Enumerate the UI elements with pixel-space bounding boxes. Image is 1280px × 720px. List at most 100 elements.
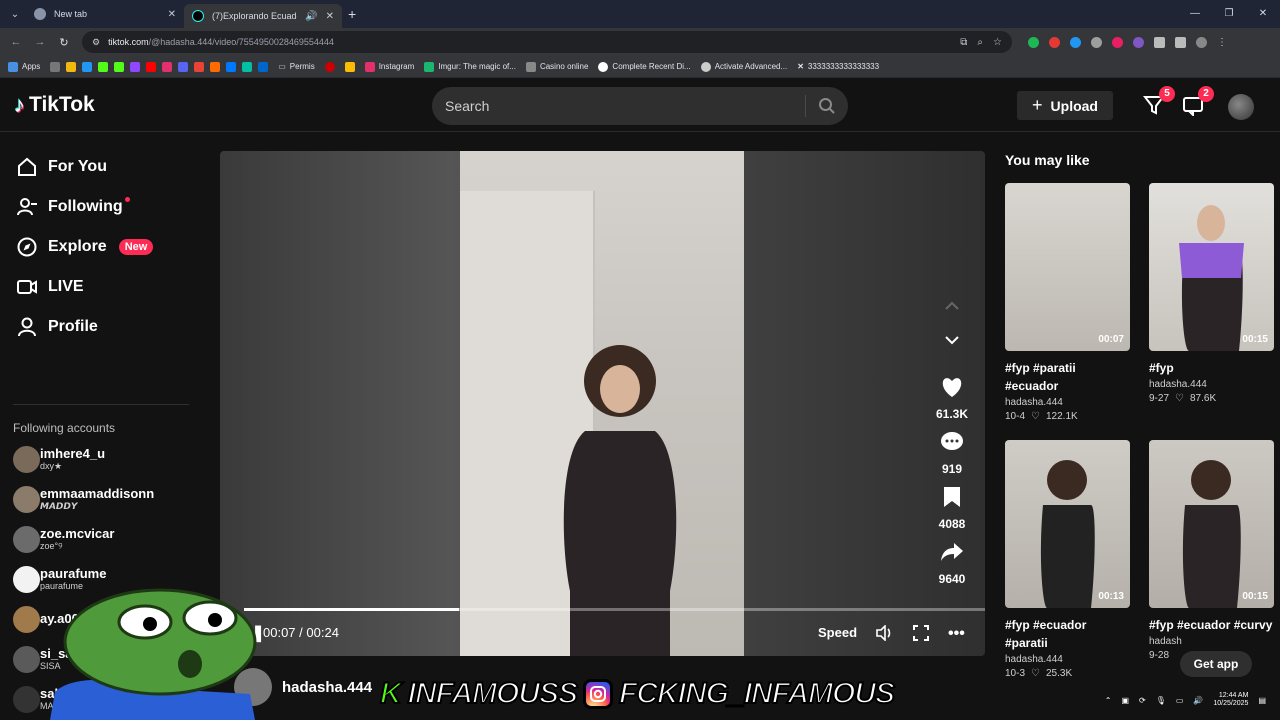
bookmark-apps[interactable]: Apps [8,61,40,72]
chevron-down-icon[interactable] [940,328,964,352]
extension-icon[interactable] [1028,36,1039,48]
card-user[interactable]: hadasha.444 [1005,397,1130,408]
account-item[interactable]: imhere4_u dxy★ [13,446,105,473]
comment-button[interactable]: 919 [930,431,974,476]
minimize-button[interactable]: — [1178,0,1212,28]
nav-explore[interactable]: Explore New [16,236,154,258]
bookmark-star-icon[interactable]: ☆ [993,37,1002,48]
get-app-button[interactable]: Get app [1180,651,1252,677]
video-frame[interactable] [460,151,744,656]
card-caption[interactable]: #fyp #ecuador #paratii [1005,616,1130,652]
youtube-icon[interactable] [146,61,157,72]
bookmark-icon[interactable] [50,61,61,72]
bookmark-icon[interactable] [242,61,253,72]
bookmark-folder-permis[interactable]: ▭ Permis [278,62,314,71]
close-tab-icon[interactable]: ✕ [326,11,334,22]
notifications-icon[interactable]: ▤ [1258,696,1266,705]
bookmark-casino[interactable]: Casino online [525,61,588,72]
nav-following[interactable]: Following [16,196,138,218]
video-thumbnail[interactable]: 00:13 [1005,440,1130,608]
site-info-icon[interactable]: ⚙ [92,37,100,48]
extension-icon[interactable] [1070,36,1081,48]
bookmark-activate[interactable]: Activate Advanced... [700,61,787,72]
bookmark-imgur[interactable]: Imgur: The magic of... [424,61,516,72]
card-user[interactable]: hadasha.444 [1149,379,1274,390]
messages-icon[interactable]: 2 [1182,86,1214,118]
install-app-icon[interactable]: ⧉ [960,37,967,48]
account-item[interactable]: zoe.mcvicar zoe°୨ [13,526,114,553]
video-thumbnail[interactable]: 00:07 [1005,183,1130,351]
clock[interactable]: 12:44 AM 10/25/2025 [1213,692,1248,709]
search-box[interactable]: Search [432,87,848,125]
fullscreen-icon[interactable] [913,625,929,644]
extension-icon[interactable] [1049,36,1060,48]
video-thumbnail[interactable]: 00:15 [1149,183,1274,351]
recommended-card[interactable]: 00:15 #fyp #ecuador #curvy hadash 9-28 [1149,440,1274,661]
like-button[interactable]: 61.3K [930,376,974,421]
chevron-up-icon[interactable]: ⌃ [1105,696,1112,705]
close-tab-icon[interactable]: ✕ [168,9,176,20]
microphone-icon[interactable]: 🎙 [1156,696,1166,705]
bookmark-icon[interactable] [210,61,221,72]
twitch-icon[interactable] [130,61,141,72]
search-input[interactable]: Search [445,98,805,114]
extensions-puzzle-icon[interactable] [1154,36,1165,48]
gmail-icon[interactable] [194,61,205,72]
bookmark-github[interactable]: Complete Recent Di... [598,61,691,72]
video-thumbnail[interactable]: 00:15 [1149,440,1274,608]
recommended-card[interactable]: 00:07 #fyp #paratii #ecuador hadasha.444… [1005,183,1130,422]
sync-icon[interactable]: ⟳ [1139,696,1146,705]
reading-list-icon[interactable] [1175,36,1186,48]
more-options-icon[interactable]: ••• [948,625,965,643]
nav-profile[interactable]: Profile [16,316,98,338]
browser-menu-icon[interactable]: ⋮ [1217,37,1227,48]
monitor-icon[interactable]: ▭ [1176,696,1184,705]
reload-button[interactable]: ↻ [52,36,76,49]
restore-button[interactable]: ❐ [1212,0,1246,28]
bookmark-icon[interactable] [66,61,77,72]
card-caption[interactable]: #fyp #paratii #ecuador [1005,359,1130,395]
bookmark-icon[interactable] [82,61,93,72]
author-name[interactable]: hadasha.444 [282,679,372,696]
account-item[interactable]: emmaamaddisonn 𝙈𝘼𝘿𝘿𝙔 [13,486,154,513]
card-caption[interactable]: #fyp [1149,359,1274,377]
new-tab-button[interactable]: + [348,6,356,22]
extension-icon[interactable] [1091,36,1102,48]
discord-tray-icon[interactable]: ▣ [1121,696,1129,705]
extension-icon[interactable] [1133,36,1144,48]
bookmark-x[interactable]: ✕ 3333333333333333 [797,62,879,71]
tab-new-tab[interactable]: New tab ✕ [26,0,184,28]
card-user[interactable]: hadash [1149,636,1274,647]
search-icon[interactable] [806,97,848,115]
video-player[interactable]: ❚❚ 00:07 / 00:24 Speed ••• 61.3K [220,151,985,656]
speaker-icon[interactable]: 🔊 [1193,696,1203,705]
bookmark-chart[interactable] [344,61,355,72]
inbox-filter-icon[interactable]: 5 [1142,86,1175,116]
tab-search-button[interactable]: ⌄ [4,4,26,24]
close-window-button[interactable]: ✕ [1246,0,1280,28]
volume-icon[interactable] [876,624,894,644]
back-button[interactable]: ← [4,36,28,48]
bookmark-icon[interactable] [226,61,237,72]
bookmark-red[interactable] [324,61,335,72]
card-caption[interactable]: #fyp #ecuador #curvy [1149,616,1274,634]
extension-icon[interactable] [1112,36,1123,48]
zoom-icon[interactable]: ⌕ [977,37,983,48]
bookmark-instagram[interactable]: Instagram [364,61,414,72]
nav-live[interactable]: LIVE [16,276,84,298]
tab-tiktok[interactable]: (7)Explorando Ecuador: Cul 🔊 ✕ [184,4,342,28]
recommended-card[interactable]: 00:13 #fyp #ecuador #paratii hadasha.444… [1005,440,1130,679]
speed-button[interactable]: Speed [818,625,857,640]
kick-icon[interactable] [114,61,125,72]
card-user[interactable]: hadasha.444 [1005,654,1130,665]
chevron-up-icon[interactable] [940,294,964,318]
forward-button[interactable]: → [28,36,52,48]
discord-icon[interactable] [178,61,189,72]
nav-for-you[interactable]: For You [16,156,107,178]
kick-icon[interactable] [98,61,109,72]
instagram-icon[interactable] [162,61,173,72]
recommended-card[interactable]: 00:15 #fyp hadasha.444 9-27 ♡ 87.6K [1149,183,1274,404]
video-progress-bar[interactable] [244,608,985,611]
share-button[interactable]: 9640 [930,541,974,586]
tiktok-logo[interactable]: ♪ TikTok [14,92,95,118]
